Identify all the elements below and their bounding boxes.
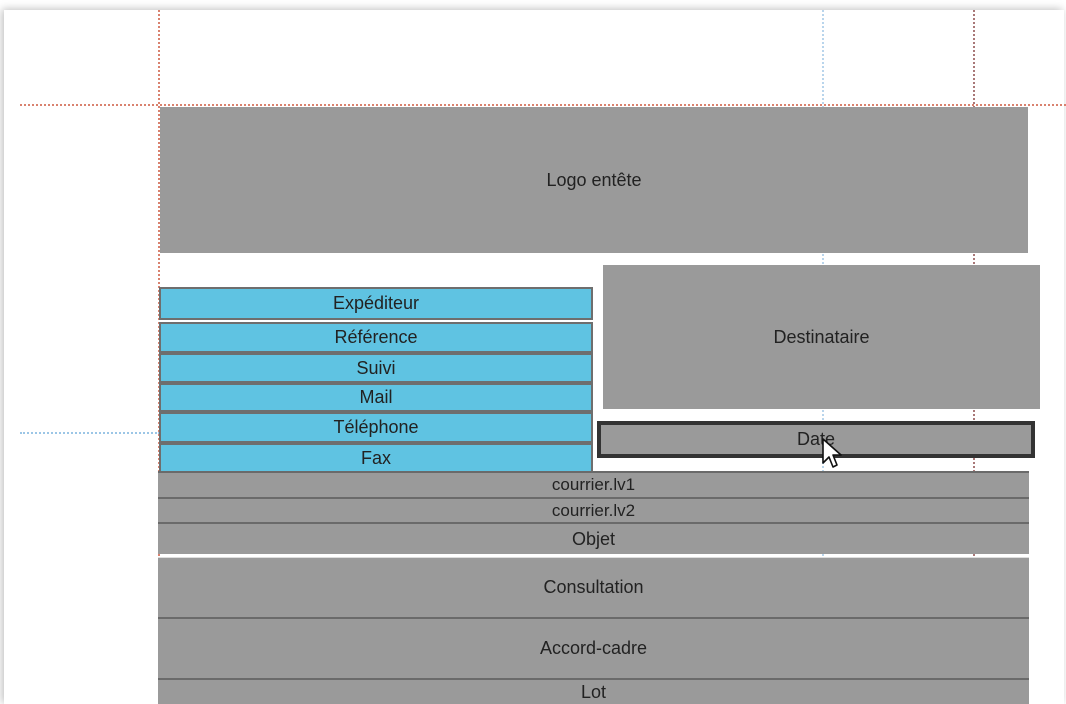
guide-horizontal-top[interactable]: [20, 104, 1066, 106]
body-row-label: courrier.lv1: [551, 475, 636, 494]
body-row-label: Accord-cadre: [539, 638, 648, 658]
body-row-label: Consultation: [543, 577, 644, 597]
body-row-consultation[interactable]: Consultation: [158, 557, 1029, 617]
body-row-label: courrier.lv2: [551, 500, 636, 520]
body-row-label: Lot: [580, 681, 607, 702]
mouse-pointer-icon: [822, 438, 842, 468]
sender-field-label: Expéditeur: [332, 293, 420, 313]
sender-field-expediteur[interactable]: Expéditeur: [159, 287, 593, 320]
recipient-label: Destinataire: [773, 326, 870, 347]
sender-field-label: Suivi: [356, 357, 396, 378]
sender-field-mail[interactable]: Mail: [159, 383, 593, 412]
sender-field-reference[interactable]: Référence: [159, 322, 593, 353]
body-row-courrier-lv1[interactable]: courrier.lv1: [158, 471, 1029, 497]
sender-field-fax[interactable]: Fax: [159, 443, 593, 473]
date-block-selected[interactable]: Date: [597, 421, 1035, 458]
sender-field-label: Référence: [334, 327, 418, 347]
logo-header-block[interactable]: Logo entête: [160, 107, 1028, 253]
guide-horizontal-blue[interactable]: [20, 432, 160, 434]
body-row-accord-cadre[interactable]: Accord-cadre: [158, 617, 1029, 678]
body-row-label: Objet: [571, 528, 616, 549]
sender-field-label: Mail: [359, 387, 393, 407]
logo-header-label: Logo entête: [546, 169, 642, 190]
body-row-lot[interactable]: Lot: [158, 678, 1029, 704]
sender-field-label: Fax: [360, 447, 391, 468]
sender-field-suivi[interactable]: Suivi: [159, 353, 593, 383]
body-row-courrier-lv2[interactable]: courrier.lv2: [158, 497, 1029, 522]
body-row-objet[interactable]: Objet: [158, 522, 1029, 554]
sender-field-telephone[interactable]: Téléphone: [159, 412, 593, 443]
sender-field-label: Téléphone: [333, 417, 419, 437]
recipient-block[interactable]: Destinataire: [603, 265, 1040, 409]
